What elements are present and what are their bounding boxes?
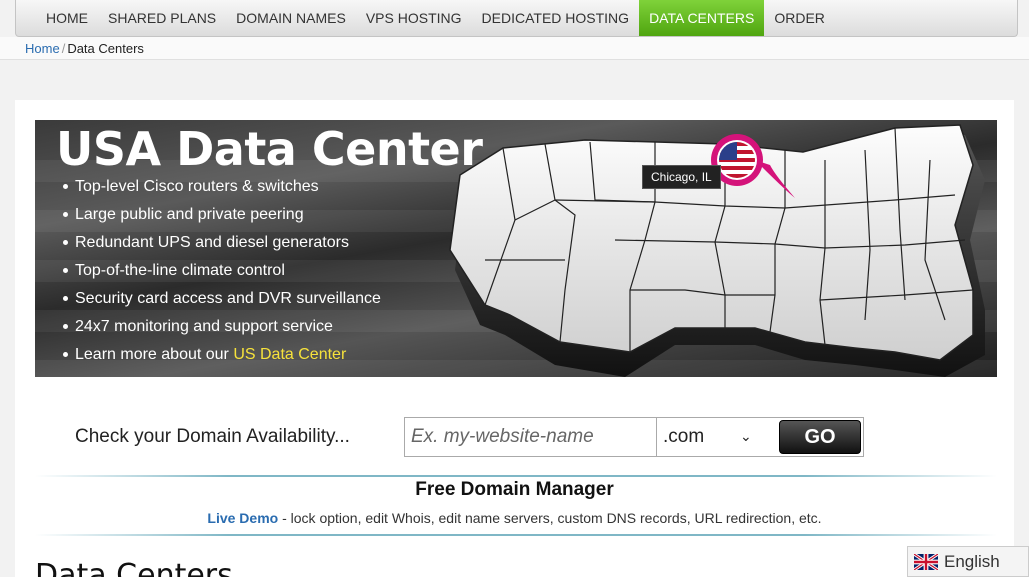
domain-manager-title: Free Domain Manager bbox=[415, 479, 614, 500]
breadcrumb-current: Data Centers bbox=[67, 41, 144, 56]
bullet-icon bbox=[63, 212, 68, 217]
bullet-icon bbox=[63, 324, 68, 329]
usa-map-image bbox=[449, 124, 985, 377]
language-selector[interactable]: English bbox=[907, 546, 1029, 577]
main-nav: HOME SHARED PLANS DOMAIN NAMES VPS HOSTI… bbox=[15, 0, 1018, 37]
uk-flag-icon bbox=[914, 553, 938, 570]
domain-check-label: Check your Domain Availability... bbox=[75, 426, 350, 447]
feature-text: Top-level Cisco routers & switches bbox=[75, 178, 319, 195]
breadcrumb: Home / Data Centers bbox=[25, 41, 144, 56]
pin-label: Chicago, IL bbox=[642, 165, 721, 189]
section-heading: Data Centers bbox=[35, 558, 233, 577]
tld-select[interactable]: .com ⌄ bbox=[658, 418, 778, 456]
feature-text: Large public and private peering bbox=[75, 206, 304, 223]
bullet-icon bbox=[63, 184, 68, 189]
nav-vps-hosting[interactable]: VPS HOSTING bbox=[356, 0, 472, 36]
nav-home[interactable]: HOME bbox=[36, 0, 98, 36]
language-label: English bbox=[944, 551, 1000, 571]
bullet-icon bbox=[63, 268, 68, 273]
feature-item: Learn more about our US Data Center bbox=[63, 345, 381, 373]
domain-manager-features: - lock option, edit Whois, edit name ser… bbox=[278, 510, 822, 526]
feature-item: 24x7 monitoring and support service bbox=[63, 317, 381, 345]
bullet-icon bbox=[63, 352, 68, 357]
bullet-icon bbox=[63, 296, 68, 301]
feature-text: 24x7 monitoring and support service bbox=[75, 318, 333, 335]
divider bbox=[35, 534, 997, 536]
usa-data-center-banner: Chicago, IL USA Data Center Top-level Ci… bbox=[35, 120, 997, 377]
banner-title: USA Data Center bbox=[56, 122, 483, 176]
content-panel: Chicago, IL USA Data Center Top-level Ci… bbox=[15, 100, 1014, 577]
nav-order[interactable]: ORDER bbox=[764, 0, 835, 36]
live-demo-link[interactable]: Live Demo bbox=[207, 510, 278, 526]
learn-more-text: Learn more about our bbox=[75, 346, 234, 363]
divider bbox=[35, 475, 997, 477]
domain-name-input[interactable] bbox=[405, 418, 657, 456]
feature-item: Redundant UPS and diesel generators bbox=[63, 233, 381, 261]
breadcrumb-separator: / bbox=[61, 41, 66, 56]
nav-dedicated-hosting[interactable]: DEDICATED HOSTING bbox=[472, 0, 640, 36]
go-button[interactable]: GO bbox=[779, 420, 861, 454]
feature-item: Large public and private peering bbox=[63, 205, 381, 233]
feature-item: Top-of-the-line climate control bbox=[63, 261, 381, 289]
domain-search-form: .com ⌄ GO bbox=[404, 417, 864, 457]
breadcrumb-home[interactable]: Home bbox=[25, 41, 60, 56]
nav-shared-plans[interactable]: SHARED PLANS bbox=[98, 0, 226, 36]
feature-item: Security card access and DVR surveillanc… bbox=[63, 289, 381, 317]
nav-domain-names[interactable]: DOMAIN NAMES bbox=[226, 0, 356, 36]
domain-manager-description: Live Demo - lock option, edit Whois, edi… bbox=[15, 510, 1014, 526]
tld-value: .com bbox=[663, 426, 705, 447]
breadcrumb-bar: Home / Data Centers bbox=[0, 37, 1029, 60]
feature-list: Top-level Cisco routers & switches Large… bbox=[63, 177, 381, 373]
chevron-down-icon: ⌄ bbox=[740, 428, 752, 444]
bullet-icon bbox=[63, 240, 68, 245]
feature-item: Top-level Cisco routers & switches bbox=[63, 177, 381, 205]
feature-text: Security card access and DVR surveillanc… bbox=[75, 290, 381, 307]
feature-text: Redundant UPS and diesel generators bbox=[75, 234, 349, 251]
nav-data-centers[interactable]: DATA CENTERS bbox=[639, 0, 765, 36]
feature-text: Top-of-the-line climate control bbox=[75, 262, 285, 279]
us-data-center-link[interactable]: US Data Center bbox=[233, 346, 346, 363]
